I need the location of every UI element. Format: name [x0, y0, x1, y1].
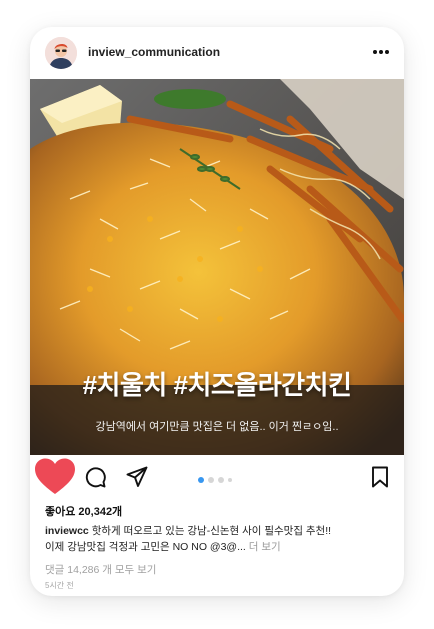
post-caption: inviewcc 핫하게 떠오르고 있는 강남-신논현 사이 필수맛집 추천!!…: [45, 523, 390, 555]
carousel-dot: [208, 477, 214, 483]
image-subcaption: 강남역에서 여기만큼 맛집은 더 없음.. 이거 찐ㄹㅇ임..: [95, 421, 339, 433]
carousel-dot: [228, 478, 232, 482]
carousel-dot: [218, 477, 224, 483]
action-bar: [30, 455, 404, 499]
send-icon[interactable]: [126, 466, 148, 493]
username[interactable]: inview_communication: [88, 45, 220, 59]
more-link[interactable]: 더 보기: [249, 541, 281, 553]
post-timestamp: 5시간 전: [45, 581, 74, 590]
caption-line-2: 이제 강남맛집 걱정과 고민은 NO NO @3@...: [45, 541, 246, 553]
post-image[interactable]: #치울치 #치즈올라간치킨 강남역에서 여기만큼 맛집은 더 없음.. 이거 찐…: [30, 79, 404, 455]
comment-icon[interactable]: [84, 466, 106, 493]
view-comments-link[interactable]: 댓글 14,286 개 모두 보기: [45, 562, 156, 577]
heart-icon[interactable]: [33, 457, 77, 502]
hashtag-overlay: #치울치 #치즈올라간치킨: [82, 370, 352, 400]
carousel-dot-active: [198, 477, 204, 483]
post-header: inview_communication: [30, 27, 404, 79]
bookmark-icon[interactable]: [370, 466, 390, 493]
post-card: inview_communication #치울치 #치즈올라간치킨 강남역에서…: [30, 27, 404, 596]
caption-username[interactable]: inviewcc: [45, 525, 89, 537]
caption-line-1: 핫하게 떠오르고 있는 강남-신논현 사이 필수맛집 추천!!: [91, 525, 332, 537]
like-count[interactable]: 좋아요 20,342개: [45, 503, 122, 519]
avatar[interactable]: [45, 37, 77, 69]
more-horizontal-icon[interactable]: [372, 43, 390, 61]
